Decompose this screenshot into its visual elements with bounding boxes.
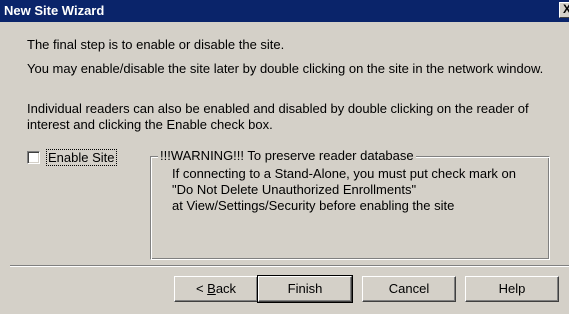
back-button-prefix: < bbox=[195, 281, 208, 296]
back-button-mnemonic: B bbox=[207, 281, 216, 296]
warning-title: !!!WARNING!!! To preserve reader databas… bbox=[158, 148, 416, 163]
help-button[interactable]: Help bbox=[465, 276, 559, 302]
close-button[interactable]: X bbox=[559, 2, 569, 18]
warning-line-3: at View/Settings/Security before enablin… bbox=[172, 198, 455, 213]
finish-button[interactable]: Finish bbox=[257, 275, 353, 303]
button-separator bbox=[10, 265, 569, 267]
warning-message: If connecting to a Stand-Alone, you must… bbox=[172, 166, 552, 214]
cancel-button[interactable]: Cancel bbox=[362, 276, 456, 302]
enable-site-checkbox[interactable] bbox=[27, 151, 40, 164]
warning-line-2: "Do Not Delete Unauthorized Enrollments" bbox=[172, 182, 417, 197]
title-bar[interactable]: New Site Wizard X bbox=[0, 0, 569, 22]
enable-site-label[interactable]: Enable Site bbox=[46, 149, 117, 166]
new-site-wizard-window: New Site Wizard X The final step is to e… bbox=[0, 0, 569, 314]
window-title: New Site Wizard bbox=[4, 3, 105, 18]
back-button-label: ack bbox=[215, 281, 237, 296]
instruction-text-2: You may enable/disable the site later by… bbox=[27, 61, 544, 76]
back-button[interactable]: < Back bbox=[174, 276, 258, 302]
warning-line-1: If connecting to a Stand-Alone, you must… bbox=[172, 166, 516, 181]
close-icon: X bbox=[562, 2, 569, 16]
instruction-text-3: Individual readers can also be enabled a… bbox=[27, 101, 529, 132]
instruction-text-1: The final step is to enable or disable t… bbox=[27, 37, 285, 52]
